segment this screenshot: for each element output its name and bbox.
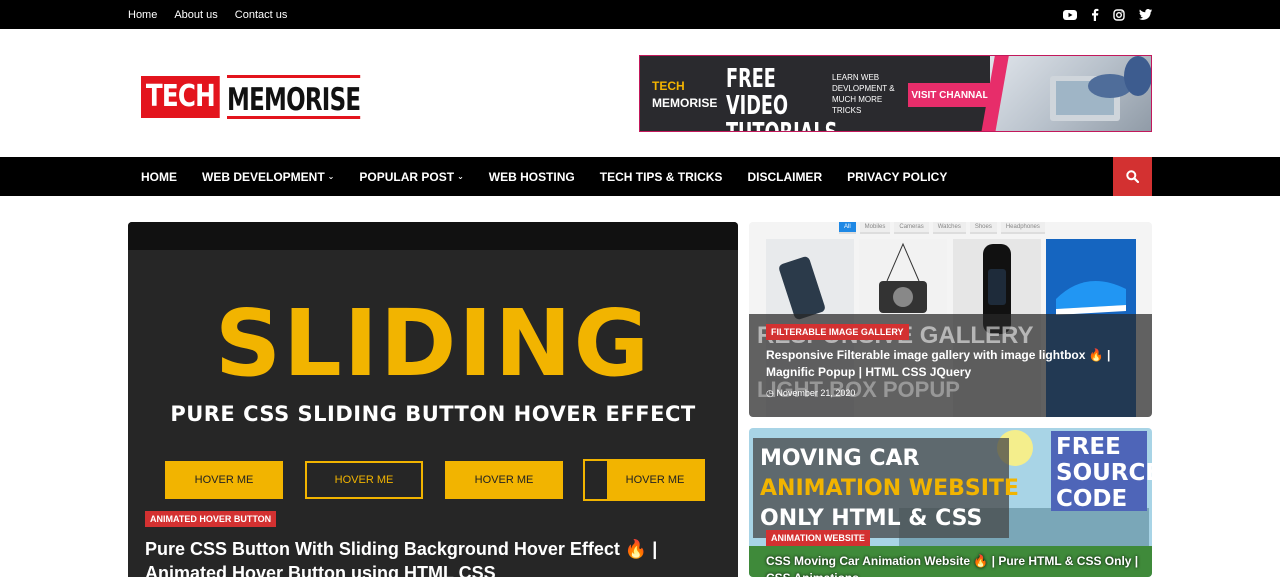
demo-hover-button-2: HOVER ME [305,461,423,499]
featured-post-title[interactable]: Pure CSS Button With Sliding Background … [145,537,705,577]
banner-cta-button[interactable]: VISIT CHANNAL [908,83,992,107]
logo-memorise: MEMORISE [227,75,361,119]
featured-post[interactable]: SLIDING PURE CSS SLIDING BUTTON HOVER EF… [128,222,738,577]
nav-item-label: WEB DEVELOPMENT [202,169,325,184]
nav-item-label: HOME [141,169,177,184]
post-date-text: November 21, 2020 [776,388,856,398]
demo-hover-button-3: HOVER ME [445,461,563,499]
header-ad-banner[interactable]: TECH MEMORISE FREE VIDEO TUTORIALS LEARN… [639,55,1152,132]
top-link-home[interactable]: Home [128,9,157,21]
car-image-line-1: MOVING CAR [760,446,920,471]
facebook-icon[interactable] [1091,8,1099,21]
main-nav: HOME WEB DEVELOPMENT ⌄ POPULAR POST ⌄ WEB … [0,157,1280,196]
featured-image-top-band [128,222,738,250]
post-category-badge[interactable]: ANIMATION WEBSITE [766,530,870,546]
free-source-code-label: FREE SOURCE CODE [1051,431,1152,512]
demo-hover-button-4: HOVER ME [583,459,705,501]
nav-item-label: WEB HOSTING [488,169,575,184]
chevron-down-icon: ⌄ [457,172,464,181]
site-logo[interactable]: TECH MEMORISE [141,75,361,119]
top-link-contact[interactable]: Contact us [235,9,288,21]
featured-category-badge[interactable]: ANIMATED HOVER BUTTON [145,511,277,527]
nav-item-label: DISCLAIMER [747,169,823,184]
post-title[interactable]: CSS Moving Car Animation Website 🔥 | Pur… [766,553,1146,577]
featured-image-heading: SLIDING [214,290,652,397]
nav-item-web-hosting[interactable]: WEB HOSTING [489,170,575,184]
nav-item-home[interactable]: HOME [141,170,177,184]
nav-item-privacy-policy[interactable]: PRIVACY POLICY [847,170,947,184]
banner-brand-memorise: MEMORISE [652,96,718,110]
car-image-line-2: ANIMATION WEBSITE [760,476,1019,501]
demo-hover-button-1: HOVER ME [165,461,283,499]
nav-item-tech-tips[interactable]: TECH TIPS & TRICKS [600,170,723,184]
filter-tab: All [839,222,856,234]
filter-tab: Shoes [969,222,997,234]
logo-tech: TECH [141,76,220,118]
post-card-gallery[interactable]: All Mobiles Cameras Watches Shoes Headph… [749,222,1152,417]
filter-tab: Headphones [1000,222,1045,234]
nav-item-popular-post[interactable]: POPULAR POST ⌄ [359,170,463,184]
filter-tab: Cameras [894,222,929,234]
nav-item-label: PRIVACY POLICY [847,169,948,184]
post-title[interactable]: Responsive Filterable image gallery with… [766,347,1146,381]
chevron-down-icon: ⌄ [327,172,335,181]
nav-item-label: POPULAR POST [359,169,455,184]
post-card-car-animation[interactable]: MOVING CAR ANIMATION WEBSITE ONLY HTML &… [749,428,1152,577]
banner-photo [990,56,1151,131]
featured-image-subheading: PURE CSS SLIDING BUTTON HOVER EFFECT [170,402,696,426]
gallery-filter-tabs: All Mobiles Cameras Watches Shoes Headph… [839,222,1045,234]
post-date: ◷ November 21, 2020 [766,388,855,399]
top-link-about[interactable]: About us [174,9,217,21]
banner-subtext: LEARN WEB DEVLOPMENT & MUCH MORE TRICKS [832,73,895,115]
top-bar: Home About us Contact us [0,0,1280,29]
social-links [1063,0,1152,29]
post-category-badge[interactable]: FILTERABLE IMAGE GALLERY [766,324,909,340]
nav-item-disclaimer[interactable]: DISCLAIMER [747,170,822,184]
clock-icon: ◷ [766,388,774,398]
youtube-icon[interactable] [1063,9,1077,20]
car-image-line-3: ONLY HTML & CSS [760,506,983,531]
twitter-icon[interactable] [1139,9,1152,20]
top-links: Home About us Contact us [128,0,287,29]
nav-menu: HOME WEB DEVELOPMENT ⌄ POPULAR POST ⌄ WEB … [141,157,947,196]
filter-tab: Mobiles [859,222,891,234]
search-icon [1126,170,1139,183]
banner-brand-tech: TECH [652,79,685,93]
nav-item-web-development[interactable]: WEB DEVELOPMENT ⌄ [202,170,334,184]
filter-tab: Watches [932,222,966,234]
instagram-icon[interactable] [1113,8,1125,21]
search-button[interactable] [1113,157,1152,196]
banner-headline: FREE VIDEO TUTORIALS [726,64,837,132]
nav-item-label: TECH TIPS & TRICKS [599,169,723,184]
